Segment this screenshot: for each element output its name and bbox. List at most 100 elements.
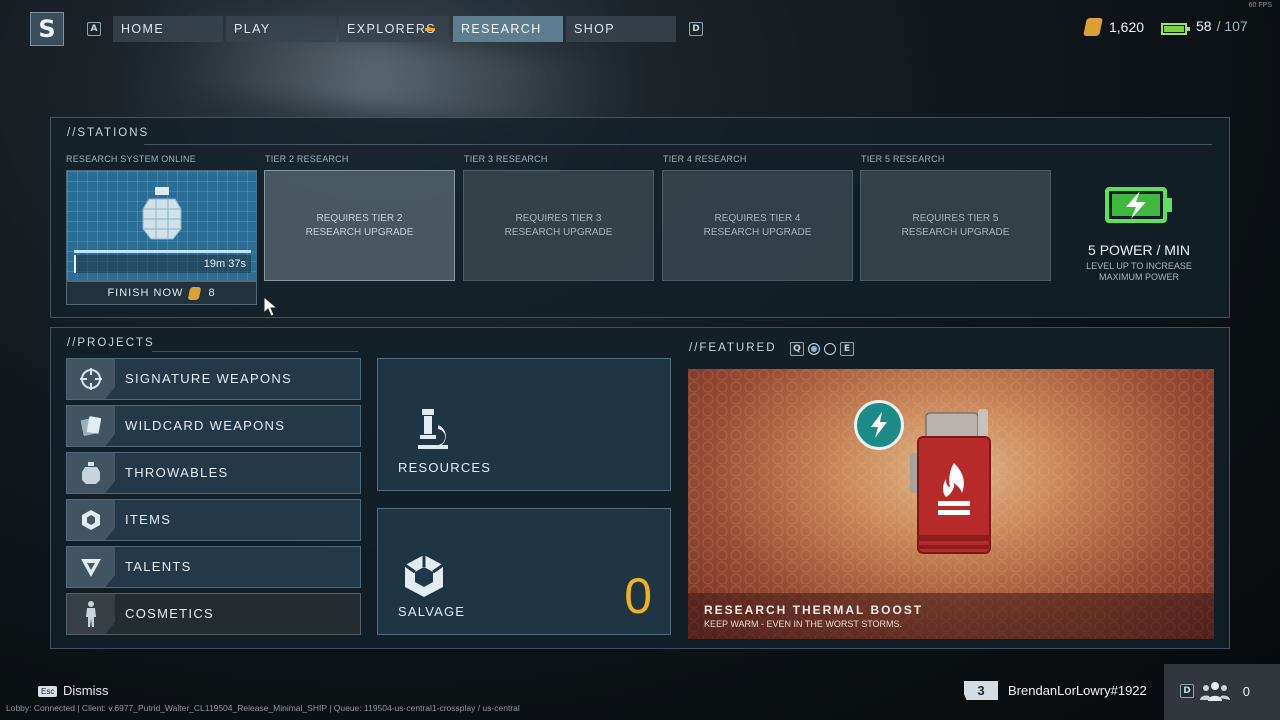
research-station-1[interactable]: 19m 37s FINISH NOW 8 — [66, 170, 257, 305]
tier-3-req-line2: RESEARCH UPGRADE — [504, 226, 613, 238]
project-label: TALENTS — [125, 559, 192, 574]
station-1-preview: 19m 37s — [66, 170, 257, 281]
tier-2-req-line1: REQUIRES TIER 2 — [316, 212, 403, 224]
stations-divider — [144, 144, 1212, 145]
tab-home[interactable]: HOME — [113, 16, 223, 42]
grenade-icon — [82, 462, 100, 484]
tier-3-label: TIER 3 RESEARCH — [464, 154, 548, 164]
project-label: ITEMS — [125, 512, 172, 527]
featured-next-key[interactable]: E — [840, 342, 854, 356]
coin-icon — [188, 286, 202, 300]
energy-max: / 107 — [1216, 18, 1248, 34]
project-wildcard-weapons[interactable]: WILDCARD WEAPONS — [66, 405, 361, 447]
project-items[interactable]: ITEMS — [66, 499, 361, 541]
esc-key: Esc — [38, 686, 58, 697]
tab-play[interactable]: PLAY — [226, 16, 336, 42]
lightning-badge-icon — [854, 400, 904, 450]
crosshair-icon — [80, 368, 102, 390]
featured-caption: RESEARCH THERMAL BOOST KEEP WARM - EVEN … — [688, 593, 1214, 639]
featured-banner[interactable]: RESEARCH THERMAL BOOST KEEP WARM - EVEN … — [688, 369, 1214, 639]
tab-explorers[interactable]: EXPLORERS — [339, 16, 449, 42]
tier-3-req-line1: REQUIRES TIER 3 — [515, 212, 602, 224]
nav-right-key: D — [689, 22, 703, 36]
player-level-badge: 3 — [964, 681, 998, 700]
finish-now-cost: 8 — [208, 287, 216, 299]
stations-title: //STATIONS — [67, 127, 150, 139]
projects-title: //PROJECTS — [67, 337, 155, 349]
hexagon-icon — [82, 510, 100, 530]
project-label: COSMETICS — [125, 606, 214, 621]
project-throwables[interactable]: THROWABLES — [66, 452, 361, 494]
featured-prev-key[interactable]: Q — [790, 342, 804, 356]
grenade-icon — [142, 187, 182, 240]
proj-icon-wrap — [67, 453, 115, 493]
tier-5-req-line1: REQUIRES TIER 5 — [912, 212, 999, 224]
fps-counter: 60 FPS — [1248, 2, 1272, 9]
party-panel[interactable]: D 0 — [1164, 664, 1280, 720]
salvage-label: SALVAGE — [398, 604, 466, 619]
featured-item-title: RESEARCH THERMAL BOOST — [704, 603, 924, 617]
tier-5-station[interactable]: REQUIRES TIER 5 RESEARCH UPGRADE — [860, 170, 1051, 281]
station-1-timer: 19m 37s — [203, 258, 246, 270]
project-label: WILDCARD WEAPONS — [125, 418, 286, 433]
tier-2-label: TIER 2 RESEARCH — [265, 154, 349, 164]
tab-shop[interactable]: SHOP — [566, 16, 676, 42]
projects-divider — [152, 351, 358, 352]
party-members-icon — [1200, 682, 1230, 701]
resources-card[interactable]: RESOURCES — [377, 358, 671, 491]
energy-current: 58 — [1196, 18, 1212, 34]
project-cosmetics[interactable]: COSMETICS — [66, 593, 361, 635]
tier-5-req-line2: RESEARCH UPGRADE — [901, 226, 1010, 238]
station-1-label: RESEARCH SYSTEM ONLINE — [66, 154, 196, 164]
notification-dash-icon — [425, 28, 435, 31]
nav-left-key: A — [87, 22, 101, 36]
tier-3-station[interactable]: REQUIRES TIER 3 RESEARCH UPGRADE — [463, 170, 654, 281]
proj-icon-wrap — [67, 547, 115, 587]
battery-icon — [1161, 23, 1190, 35]
tier-4-req-line1: REQUIRES TIER 4 — [714, 212, 801, 224]
proj-icon-wrap — [67, 594, 115, 634]
tier-4-station[interactable]: REQUIRES TIER 4 RESEARCH UPGRADE — [662, 170, 853, 281]
currency-amount: 1,620 — [1109, 19, 1145, 35]
finish-now-button[interactable]: FINISH NOW 8 — [66, 281, 257, 305]
player-username[interactable]: BrendanLorLowry#1922 — [1008, 683, 1147, 698]
proj-icon-wrap — [67, 359, 115, 399]
power-hint-line1: LEVEL UP TO INCREASE — [1086, 261, 1192, 271]
power-info: 5 POWER / MIN LEVEL UP TO INCREASE MAXIM… — [1064, 185, 1214, 283]
power-hint-line2: MAXIMUM POWER — [1099, 272, 1179, 282]
connection-status: Lobby: Connected | Client: v.6977_Putrid… — [6, 703, 520, 713]
figure-icon — [86, 601, 96, 627]
currency-display: 1,620 — [1083, 18, 1145, 36]
party-key: D — [1180, 684, 1194, 698]
featured-page-dot-2[interactable] — [824, 343, 836, 355]
proj-icon-wrap — [67, 406, 115, 446]
triangle-icon — [81, 559, 101, 577]
cards-icon — [80, 416, 102, 436]
tier-4-label: TIER 4 RESEARCH — [663, 154, 747, 164]
battery-charge-icon — [1105, 187, 1172, 223]
proj-icon-wrap — [67, 500, 115, 540]
tier-4-req-line2: RESEARCH UPGRADE — [703, 226, 812, 238]
project-label: SIGNATURE WEAPONS — [125, 371, 293, 386]
tab-research[interactable]: RESEARCH — [453, 16, 563, 42]
dismiss-button[interactable]: Dismiss — [63, 683, 109, 698]
tier-2-station[interactable]: REQUIRES TIER 2 RESEARCH UPGRADE — [264, 170, 455, 281]
featured-pager: Q E — [790, 342, 854, 356]
salvage-cube-icon — [404, 555, 444, 597]
project-signature-weapons[interactable]: SIGNATURE WEAPONS — [66, 358, 361, 400]
game-logo[interactable]: S — [30, 12, 64, 46]
power-rate: 5 POWER / MIN — [1088, 242, 1190, 258]
finish-now-label: FINISH NOW — [107, 287, 184, 299]
featured-page-dot-1[interactable] — [808, 343, 820, 355]
thermal-boost-canister-icon — [910, 409, 991, 554]
tier-5-label: TIER 5 RESEARCH — [861, 154, 945, 164]
coin-icon — [1083, 18, 1103, 36]
salvage-card[interactable]: SALVAGE 0 — [377, 508, 671, 635]
microscope-icon — [418, 409, 448, 449]
featured-title: //FEATURED — [689, 342, 777, 354]
energy-display: 58 / 107 — [1196, 18, 1248, 34]
salvage-count: 0 — [624, 568, 652, 624]
tab-explorers-label: EXPLORERS — [347, 22, 437, 36]
project-talents[interactable]: TALENTS — [66, 546, 361, 588]
mouse-cursor-icon — [263, 296, 279, 317]
